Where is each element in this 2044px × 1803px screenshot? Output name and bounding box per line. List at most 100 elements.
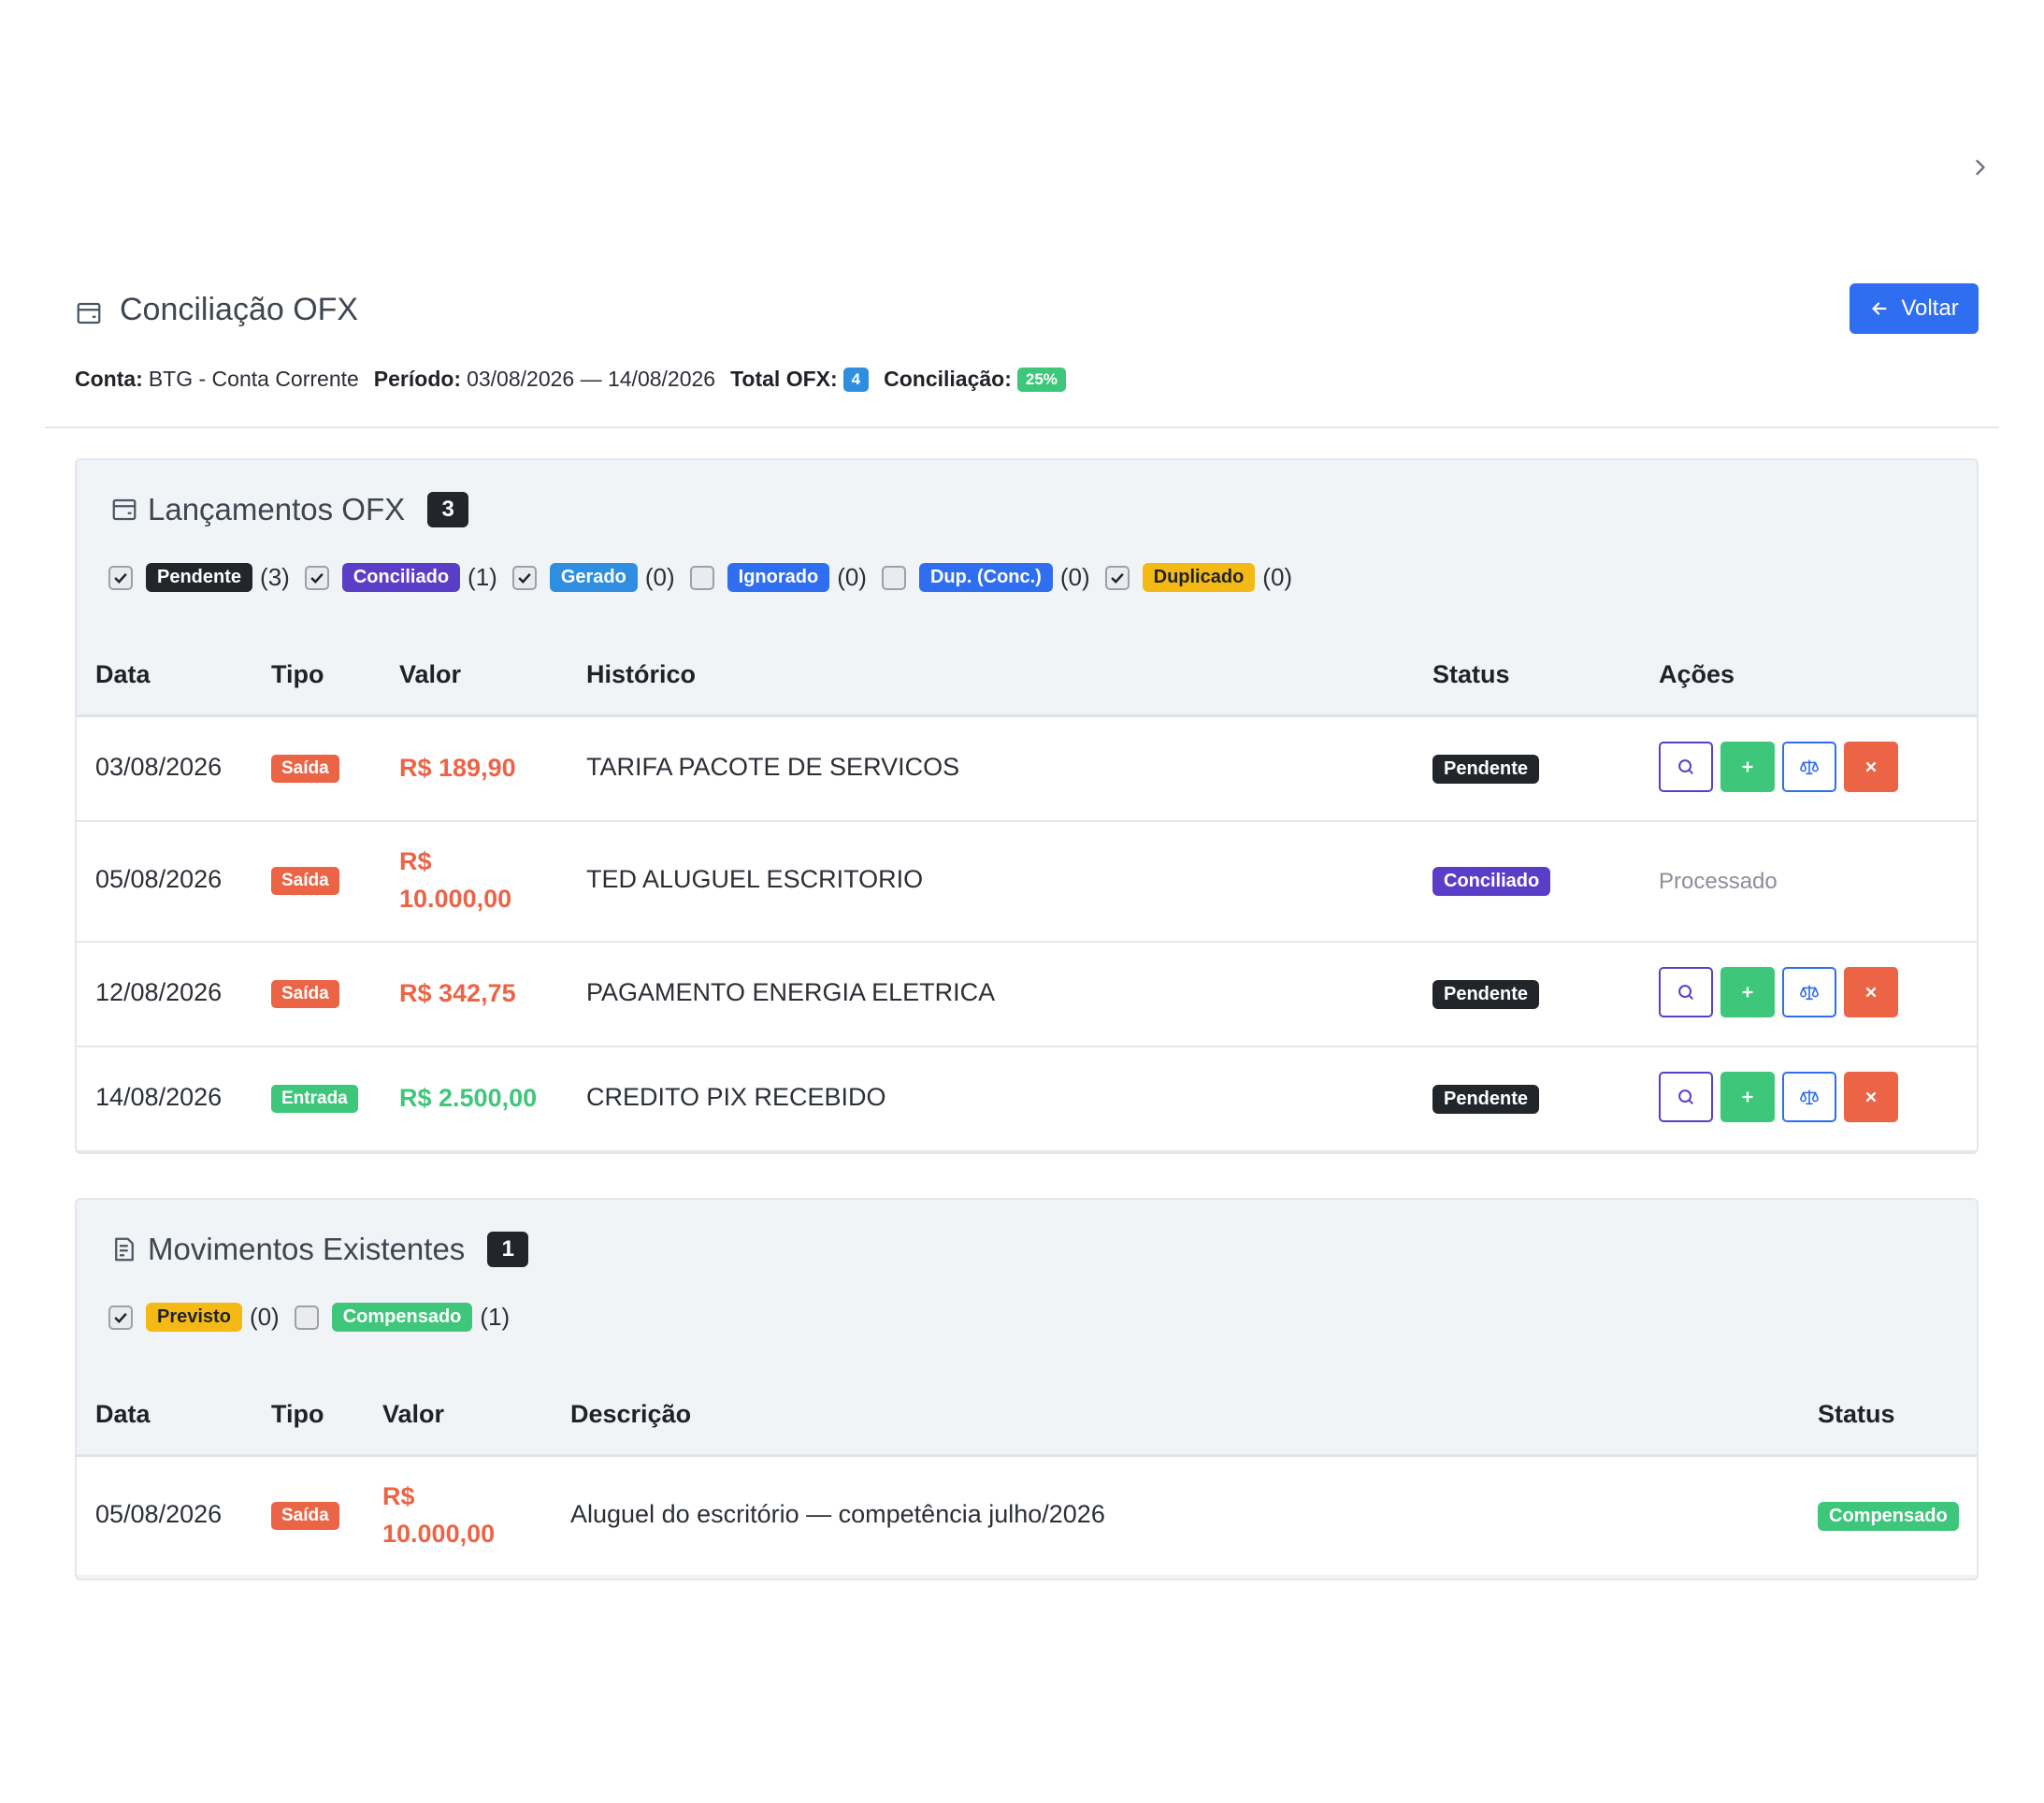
search-icon [1678,985,1694,1001]
ofx-table: Data Tipo Valor Histórico Status Ações 0… [77,632,1977,1152]
row-valor: R$ 10.000,00 [399,843,511,917]
plus-icon [1742,987,1753,998]
filter-dup-conc-badge: Dup. (Conc.) [918,563,1053,592]
row-historico: PAGAMENTO ENERGIA ELETRICA [586,978,996,1006]
row-actions [1659,967,1898,1017]
filter-ignorado-checkbox[interactable] [689,565,714,590]
add-button[interactable] [1720,1072,1775,1122]
status-badge: Pendente [1432,1085,1540,1114]
table-row: 03/08/2026 Saída R$ 189,90 TARIFA PACOTE… [77,717,1977,822]
ofx-title-text: Lançamentos OFX [148,492,406,526]
conta-info: Conta: BTG - Conta Corrente [75,367,359,392]
row-historico: TARIFA PACOTE DE SERVICOS [586,753,960,781]
close-icon [1865,987,1877,998]
filter-dup-conc-count: (0) [1059,563,1090,591]
check-icon [114,572,127,584]
filter-duplicado-checkbox[interactable] [1104,565,1130,590]
check-icon [114,1312,127,1323]
ignore-button[interactable] [1844,1072,1898,1122]
conta-label: Conta: [75,367,143,391]
add-button[interactable] [1720,967,1775,1017]
movimentos-table-header: Data Tipo Valor Descrição Status [77,1372,1977,1457]
filter-gerado-checkbox[interactable] [511,565,537,590]
conciliacao-badge: 25% [1016,367,1066,392]
check-icon [1110,572,1124,584]
total-label: Total OFX: [730,367,838,391]
row-valor-amount: 10.000,00 [399,885,512,913]
row-historico: CREDITO PIX RECEBIDO [586,1083,886,1111]
filter-compensado-count: (1) [480,1303,511,1331]
filter-pendente-badge: Pendente [146,563,253,592]
col-data: Data [95,660,151,688]
movimentos-card-title: Movimentos Existentes 1 [110,1232,529,1267]
search-button[interactable] [1659,967,1713,1017]
check-icon [310,572,324,584]
page-title: Conciliação OFX [120,292,359,327]
search-button[interactable] [1659,742,1713,792]
filter-dup-conc-checkbox[interactable] [881,565,906,590]
tipo-badge: Saída [271,1502,339,1530]
scale-icon [1800,759,1819,775]
table-row: 14/08/2026 Entrada R$ 2.500,00 CREDITO P… [77,1047,1977,1152]
table-row: 12/08/2026 Saída R$ 342,75 PAGAMENTO ENE… [77,943,1977,1047]
row-valor-currency: R$ [399,847,432,875]
filter-ignorado-count: (0) [837,563,867,591]
reconcile-button[interactable] [1782,1072,1836,1122]
close-icon [1865,1091,1877,1103]
row-actions [1659,742,1898,792]
row-data: 03/08/2026 [95,753,223,781]
filter-previsto-count: (0) [249,1303,280,1331]
scale-icon [1800,1089,1819,1105]
periodo-value: 03/08/2026 — 14/08/2026 [467,367,716,391]
filter-conciliado-count: (1) [468,563,497,591]
reconcile-button[interactable] [1782,967,1836,1017]
row-historico: TED ALUGUEL ESCRITORIO [586,865,924,893]
movimentos-card: Movimentos Existentes 1 Previsto (0) Com… [75,1198,1979,1580]
tipo-badge: Saída [271,980,339,1008]
scale-icon [1800,985,1819,1001]
status-badge: Compensado [1818,1502,1959,1531]
table-row: 05/08/2026 Saída R$ 10.000,00 Aluguel do … [77,1457,1977,1575]
row-valor: R$ 10.000,00 [382,1478,495,1552]
filter-previsto-checkbox[interactable] [108,1305,133,1330]
divider [45,426,1999,428]
col-status: Status [1818,1400,1895,1428]
filter-pendente-checkbox[interactable] [108,565,133,590]
row-data: 14/08/2026 [95,1083,223,1111]
ofx-card-title: Lançamentos OFX 3 [110,492,469,527]
row-valor: R$ 342,75 [399,979,516,1007]
back-button-label: Voltar [1901,296,1959,321]
ignore-button[interactable] [1844,967,1898,1017]
row-valor: R$ 189,90 [399,754,516,782]
col-status: Status [1432,660,1510,688]
chevron-right-icon[interactable] [1967,154,1994,180]
row-data: 05/08/2026 [95,865,223,893]
reconcile-button[interactable] [1782,742,1836,792]
periodo-label: Período: [373,367,462,391]
search-icon [1678,1089,1694,1105]
ignore-button[interactable] [1844,742,1898,792]
movimentos-title-text: Movimentos Existentes [148,1232,466,1266]
col-valor: Valor [382,1400,445,1428]
filter-conciliado-checkbox[interactable] [304,565,329,590]
wallet-icon [77,302,101,325]
filter-compensado-checkbox[interactable] [294,1305,319,1330]
table-row: 05/08/2026 Saída R$ 10.000,00 TED ALUGUEL… [77,822,1977,943]
search-button[interactable] [1659,1072,1713,1122]
check-icon [518,572,531,584]
filter-gerado-count: (0) [644,563,675,591]
filter-pendente-count: (3) [260,563,290,591]
add-button[interactable] [1720,742,1775,792]
col-tipo: Tipo [271,660,324,688]
row-valor-currency: R$ [382,1482,415,1510]
plus-icon [1742,761,1753,772]
ofx-count-badge: 3 [427,492,469,527]
ofx-status-filters: Pendente (3) Conciliado (1) Gerado (0) I… [108,563,1307,592]
movimentos-count-badge: 1 [487,1232,529,1267]
col-data: Data [95,1400,151,1428]
document-icon [115,1237,134,1262]
back-button[interactable]: Voltar [1850,283,1979,334]
row-valor: R$ 2.500,00 [399,1084,538,1112]
plus-icon [1742,1091,1753,1103]
wallet-icon [112,498,137,521]
